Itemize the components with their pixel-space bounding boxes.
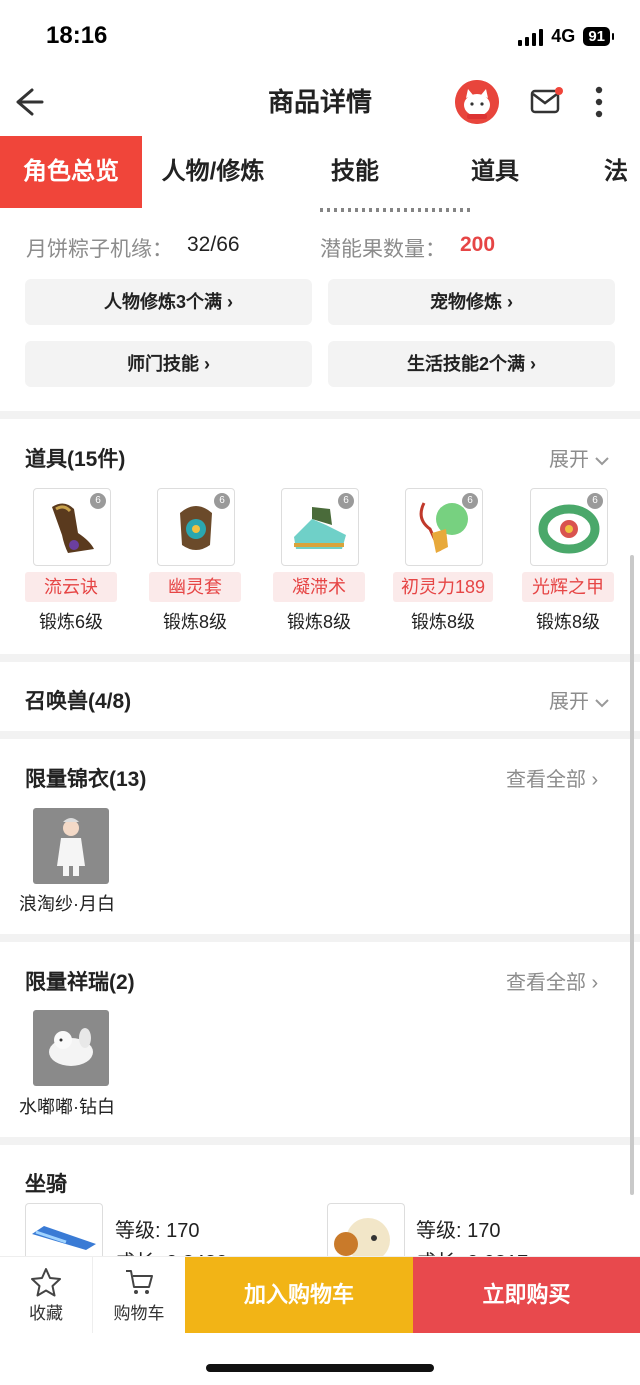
scrollbar[interactable] xyxy=(630,555,634,1195)
chevron-down-icon xyxy=(594,699,609,708)
divider xyxy=(0,654,640,662)
mount-thumbnail[interactable] xyxy=(25,1203,103,1260)
tab-skills[interactable]: 技能 xyxy=(300,136,410,208)
item-name: 流云诀 xyxy=(25,572,117,602)
chip-school-skills[interactable]: 师门技能 › xyxy=(25,341,312,387)
tab-character-cultivation[interactable]: 人物/修炼 xyxy=(150,136,276,208)
divider xyxy=(0,934,640,942)
item-icon[interactable]: 6 xyxy=(405,488,483,566)
outfit-thumbnail[interactable] xyxy=(33,808,109,884)
divider xyxy=(0,731,640,739)
signal-icon xyxy=(518,28,544,46)
chip-life-skills[interactable]: 生活技能2个满 › xyxy=(328,341,615,387)
divider xyxy=(0,1137,640,1145)
item-name: 光辉之甲 xyxy=(522,572,614,602)
cart-button[interactable]: 购物车 xyxy=(93,1257,185,1333)
auspicious-view-all[interactable]: 查看全部 › xyxy=(506,966,598,995)
chip-pet-cultivation[interactable]: 宠物修炼 › xyxy=(328,279,615,325)
mount-thumbnail[interactable] xyxy=(327,1203,405,1260)
chevron-down-icon xyxy=(594,457,609,466)
favorite-button[interactable]: 收藏 xyxy=(0,1257,92,1333)
mount-section-title: 坐骑 xyxy=(25,1173,67,1196)
auspicious-section-title: 限量祥瑞(2) xyxy=(25,971,135,994)
tab-items[interactable]: 道具 xyxy=(440,136,550,208)
lock-icon: 6 xyxy=(90,493,106,509)
stat-mooncake-value: 32/66 xyxy=(187,233,240,256)
tab-overview[interactable]: 角色总览 xyxy=(0,136,142,208)
star-icon xyxy=(31,1268,61,1297)
item-icon[interactable]: 6 xyxy=(281,488,359,566)
divider xyxy=(0,411,640,419)
item-name: 凝滞术 xyxy=(273,572,365,602)
mount-level: 等级: 170 xyxy=(416,1220,501,1242)
summon-expand[interactable]: 展开 xyxy=(549,685,609,714)
network-type: 4G xyxy=(551,26,576,46)
item-level: 锻炼8级 xyxy=(410,612,475,632)
stat-potential-value: 200 xyxy=(460,233,496,256)
chip-character-cultivation[interactable]: 人物修炼3个满 › xyxy=(25,279,312,325)
item-icon[interactable]: 6 xyxy=(157,488,235,566)
avatar[interactable] xyxy=(455,80,499,124)
auspicious-thumbnail[interactable] xyxy=(33,1010,109,1086)
outfit-section-title: 限量锦衣(13) xyxy=(25,768,147,791)
buy-now-button[interactable]: 立即购买 xyxy=(413,1257,640,1333)
status-time: 18:16 xyxy=(46,22,108,49)
home-indicator xyxy=(206,1364,434,1372)
item-name: 初灵力189 xyxy=(393,572,493,602)
item-level: 锻炼6级 xyxy=(38,612,103,632)
bottom-action-bar: 收藏 购物车 加入购物车 立即购买 xyxy=(0,1256,640,1333)
lock-icon: 6 xyxy=(462,493,478,509)
item-icon[interactable]: 6 xyxy=(33,488,111,566)
auspicious-name: 水嘟嘟·钻白 xyxy=(19,1097,115,1117)
lock-icon: 6 xyxy=(338,493,354,509)
battery-level: 91 xyxy=(583,27,614,46)
lock-icon: 6 xyxy=(214,493,230,509)
item-level: 锻炼8级 xyxy=(535,612,600,632)
lock-icon: 6 xyxy=(587,493,603,509)
mount-level: 等级: 170 xyxy=(115,1220,200,1242)
item-level: 锻炼8级 xyxy=(162,612,227,632)
more-options-icon[interactable] xyxy=(592,86,606,118)
status-indicators: 4G 91 xyxy=(518,26,614,47)
outfit-name: 浪淘纱·月白 xyxy=(19,894,115,914)
item-level: 锻炼8级 xyxy=(286,612,351,632)
summon-section-title: 召唤兽(4/8) xyxy=(25,690,132,713)
items-expand[interactable]: 展开 xyxy=(549,443,609,472)
mail-icon[interactable] xyxy=(530,86,564,116)
tab-magic[interactable]: 法 xyxy=(604,136,640,208)
stat-potential: 潜能果数量： xyxy=(320,238,446,261)
outfit-view-all[interactable]: 查看全部 › xyxy=(506,763,598,792)
items-section-title: 道具(15件) xyxy=(25,448,126,471)
cart-icon xyxy=(126,1270,153,1294)
stat-mooncake: 月饼粽子机缘： xyxy=(26,238,173,261)
tab-bar: 角色总览 人物/修炼 技能 道具 法 xyxy=(0,136,640,208)
item-icon[interactable]: 6 xyxy=(530,488,608,566)
item-name: 幽灵套 xyxy=(149,572,241,602)
add-to-cart-button[interactable]: 加入购物车 xyxy=(185,1257,413,1333)
